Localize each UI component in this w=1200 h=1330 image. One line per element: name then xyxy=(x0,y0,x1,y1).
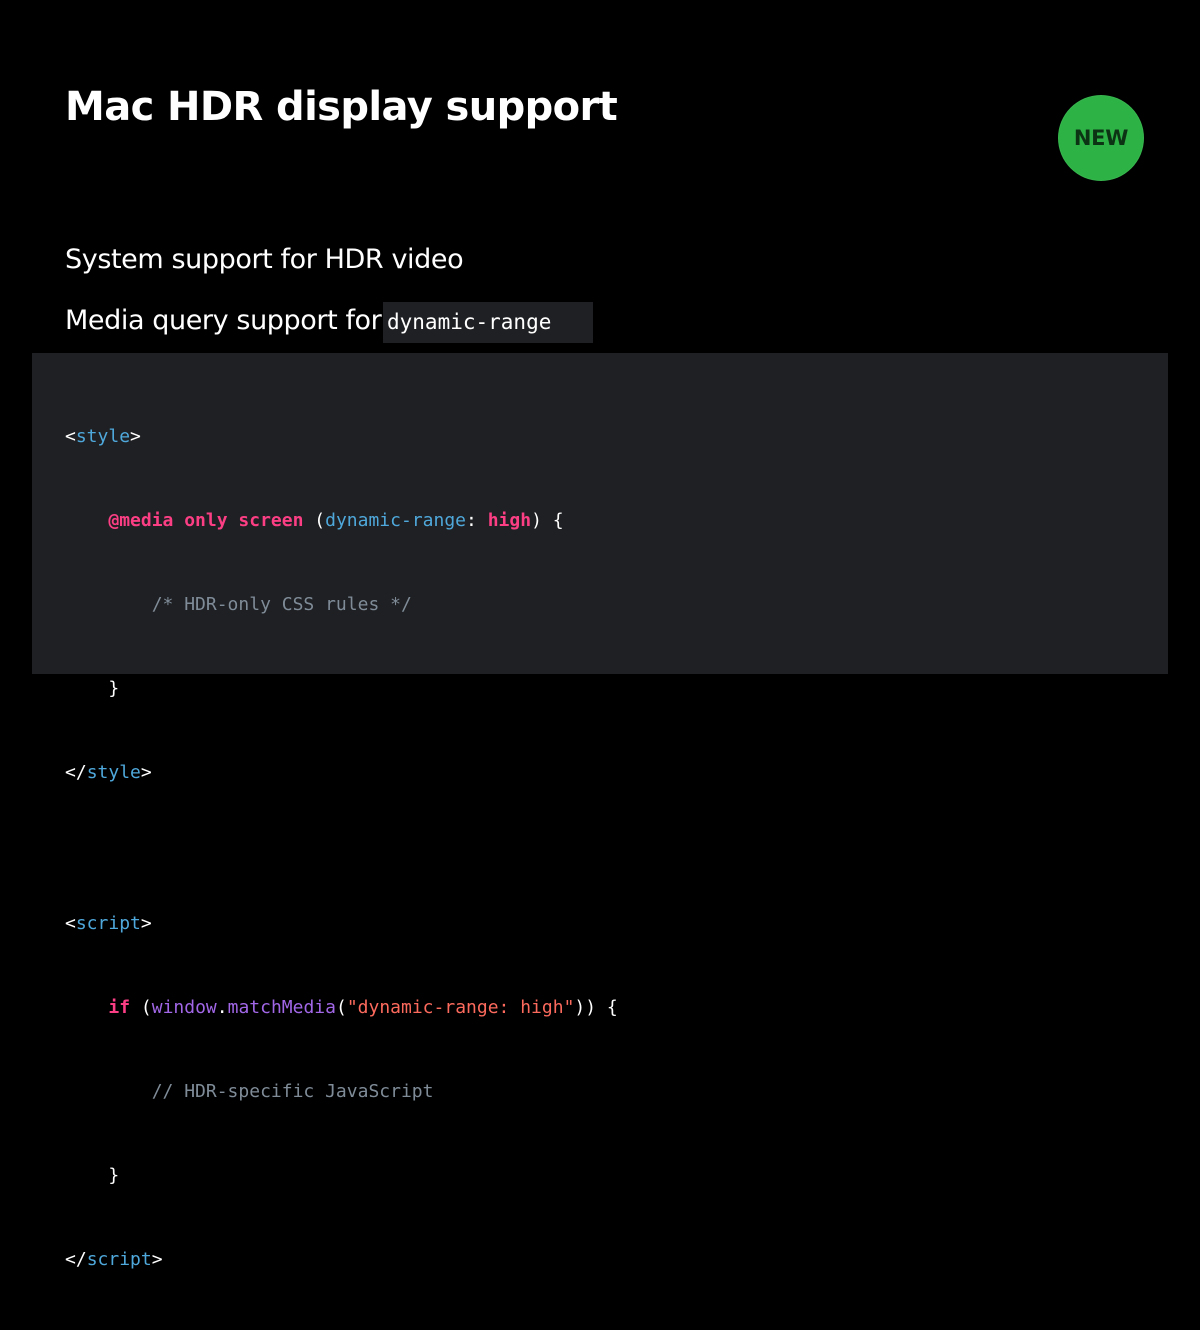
code-token: ( xyxy=(303,510,326,531)
code-token: </ xyxy=(65,1249,87,1270)
code-token: > xyxy=(130,426,141,447)
code-token: ( xyxy=(130,997,152,1018)
code-token: ( xyxy=(335,997,347,1018)
code-token-object: window xyxy=(151,997,217,1018)
code-token: < xyxy=(65,913,76,934)
code-token-function: matchMedia xyxy=(227,997,336,1018)
code-token-comment: /* HDR-only CSS rules */ xyxy=(151,594,412,615)
code-token: > xyxy=(140,913,152,934)
code-token-keyword: if xyxy=(108,997,131,1018)
code-token-keyword: high xyxy=(487,510,532,531)
code-token: )) { xyxy=(574,997,618,1018)
slide-title: Mac HDR display support xyxy=(65,84,618,130)
code-token-string: "dynamic-range: high" xyxy=(346,997,575,1018)
code-token-tag: script xyxy=(75,913,141,934)
code-line-js-comment: // HDR-specific JavaScript xyxy=(65,1078,618,1106)
code-line-close-brace: } xyxy=(65,1162,618,1190)
inline-code-dynamic-range: dynamic-range xyxy=(383,302,593,343)
code-token: : xyxy=(466,510,488,531)
code-token: </ xyxy=(65,762,87,783)
code-line-script-open: <script> xyxy=(65,910,618,938)
code-token-feature: dynamic-range xyxy=(325,510,467,531)
code-block: <style> @media only screen (dynamic-rang… xyxy=(32,353,1168,1270)
code-token-tag: style xyxy=(75,426,131,447)
code-token-tag: style xyxy=(86,762,141,783)
code-line-media: @media only screen (dynamic-range: high)… xyxy=(65,507,618,535)
bullet-hdr-video: System support for HDR video xyxy=(65,244,464,275)
new-badge-label: NEW xyxy=(1073,126,1129,150)
code-line-if: if (window.matchMedia("dynamic-range: hi… xyxy=(65,994,618,1022)
code-line-css-comment: /* HDR-only CSS rules */ xyxy=(65,591,618,619)
code-token-comment: // HDR-specific JavaScript xyxy=(151,1081,434,1102)
code-token-keyword: @media only screen xyxy=(108,510,304,531)
code-token: > xyxy=(140,762,152,783)
code-line-script-close: </script> xyxy=(65,1246,618,1274)
code-token: } xyxy=(108,1165,120,1186)
code-line-close-brace: } xyxy=(65,675,618,703)
code-token: } xyxy=(108,678,120,699)
code-token: > xyxy=(151,1249,163,1270)
new-badge: NEW xyxy=(1058,95,1144,181)
code-token: < xyxy=(65,426,76,447)
code-token-tag: script xyxy=(86,1249,152,1270)
code-line-style-open: <style> xyxy=(65,423,618,451)
code-token: ) { xyxy=(531,510,564,531)
code-token: . xyxy=(216,997,228,1018)
code-line-style-close: </style> xyxy=(65,759,618,787)
code-listing: <style> @media only screen (dynamic-rang… xyxy=(65,367,618,1330)
bullet-media-query: Media query support for xyxy=(65,305,382,336)
